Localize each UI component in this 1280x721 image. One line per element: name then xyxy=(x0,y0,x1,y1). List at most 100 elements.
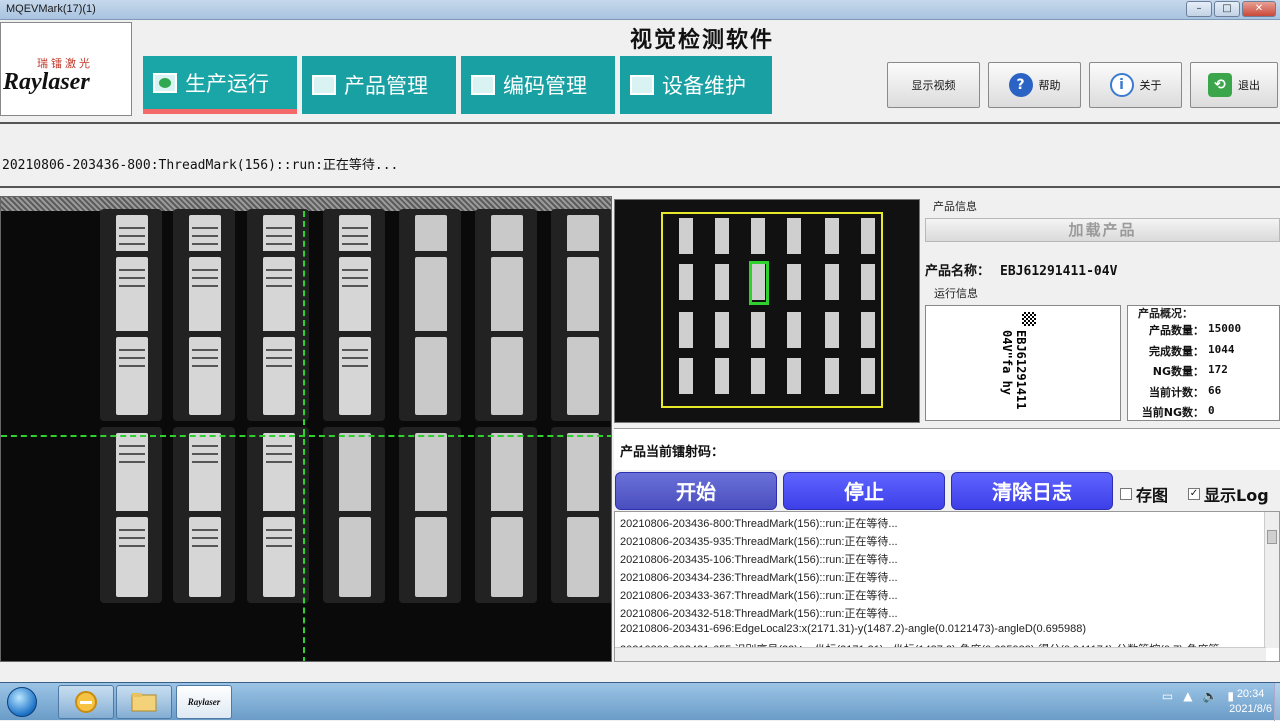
close-button[interactable]: ✕ xyxy=(1242,1,1276,17)
thumbnail-part xyxy=(787,312,801,348)
tab-device-maintenance[interactable]: 设备维护 xyxy=(620,56,772,114)
label-text-line xyxy=(266,365,292,367)
product-label xyxy=(263,257,295,335)
log-horizontal-scrollbar[interactable] xyxy=(615,647,1266,661)
scrollbar-thumb[interactable] xyxy=(1267,530,1277,544)
label-text-line xyxy=(266,445,292,447)
log-line: 20210806-203435-935:ThreadMark(156)::run… xyxy=(620,536,898,548)
label-text-line xyxy=(266,349,292,351)
label-text-line xyxy=(192,227,218,229)
checkbox-box xyxy=(1120,488,1132,500)
show-log-checkbox[interactable]: ✓ 显示Log xyxy=(1188,482,1269,506)
start-menu-button[interactable] xyxy=(0,684,44,720)
label-text-line xyxy=(192,243,218,245)
thumbnail-part xyxy=(861,358,875,394)
help-icon: ? xyxy=(1008,73,1033,97)
show-desktop-button[interactable] xyxy=(1274,683,1280,721)
inspection-thumbnail[interactable] xyxy=(614,199,920,423)
label-text-line xyxy=(266,529,292,531)
label-text-line xyxy=(342,357,368,359)
label-text-line xyxy=(192,445,218,447)
tab-code-management[interactable]: 编码管理 xyxy=(461,56,615,114)
ie-icon xyxy=(75,691,97,713)
app-title: 视觉检测软件 xyxy=(630,28,775,53)
label-text-line xyxy=(266,269,292,271)
log-line: 20210806-203432-518:ThreadMark(156)::run… xyxy=(620,608,898,620)
explorer-icon xyxy=(131,693,157,712)
label-preview-text-2: 04V"fa hy xyxy=(1000,330,1014,396)
label-text-line xyxy=(119,349,145,351)
taskbar-explorer[interactable] xyxy=(116,685,172,719)
thumbnail-part xyxy=(861,218,875,254)
stat-value: 1044 xyxy=(1208,343,1235,356)
volume-icon[interactable]: 🔈 xyxy=(1202,689,1217,703)
window-titlebar: MQEVMark(17)(1) – □ ✕ xyxy=(0,0,1280,20)
product-label xyxy=(339,433,371,513)
product-info-label: 产品信息 xyxy=(933,200,977,213)
status-message: 20210806-203436-800:ThreadMark(156)::run… xyxy=(2,158,399,173)
restore-button[interactable]: □ xyxy=(1214,1,1240,17)
tab-product-management[interactable]: 产品管理 xyxy=(302,56,456,114)
thumbnail-part xyxy=(679,218,693,254)
label-text-line xyxy=(119,445,145,447)
current-laser-code-label: 产品当前镭射码： xyxy=(614,428,1280,470)
thumbnail-part xyxy=(787,358,801,394)
thumbnail-part xyxy=(787,264,801,300)
clock[interactable]: 20:34 2021/8/6 xyxy=(1229,687,1272,717)
checkmark-icon: ✓ xyxy=(1188,488,1200,500)
show-hidden-icons[interactable]: ▲ xyxy=(1183,689,1192,703)
stat-row: 产品数量： 15000 xyxy=(1130,322,1280,338)
product-label xyxy=(116,517,148,597)
label-text-line xyxy=(342,365,368,367)
label-text-line xyxy=(192,277,218,279)
tab-production-run[interactable]: 生产运行 xyxy=(143,56,297,114)
product-icon xyxy=(312,75,336,95)
label-text-line xyxy=(192,365,218,367)
stat-key: 当前NG数： xyxy=(1141,406,1204,419)
clear-log-button[interactable]: 清除日志 xyxy=(951,472,1113,510)
exit-button[interactable]: ⟲ 退出 xyxy=(1190,62,1278,108)
label-text-line xyxy=(119,235,145,237)
product-name: 产品名称： EBJ61291411-04V xyxy=(925,260,1117,279)
thumbnail-part xyxy=(861,312,875,348)
log-list[interactable]: 20210806-203436-800:ThreadMark(156)::run… xyxy=(614,511,1280,662)
product-label xyxy=(189,517,221,597)
minimize-button[interactable]: – xyxy=(1186,1,1212,17)
tab-label: 生产运行 xyxy=(185,71,269,96)
product-label xyxy=(339,337,371,415)
tab-label: 设备维护 xyxy=(662,74,746,98)
label-text-line xyxy=(266,357,292,359)
label-text-line xyxy=(119,227,145,229)
stat-key: 完成数量： xyxy=(1149,345,1204,358)
stop-button[interactable]: 停止 xyxy=(783,472,945,510)
label-text-line xyxy=(119,529,145,531)
product-label xyxy=(415,337,447,415)
save-image-checkbox[interactable]: 存图 xyxy=(1120,482,1168,506)
product-label xyxy=(491,517,523,597)
log-vertical-scrollbar[interactable] xyxy=(1264,512,1279,648)
label-text-line xyxy=(119,277,145,279)
load-product-button[interactable]: 加载产品 xyxy=(925,218,1280,242)
keyboard-icon[interactable]: ▭ xyxy=(1162,689,1173,703)
stat-row: NG数量： 172 xyxy=(1130,363,1280,379)
show-video-button[interactable]: 显示视频 xyxy=(887,62,980,108)
label-text-line xyxy=(266,537,292,539)
product-label xyxy=(116,433,148,513)
label-text-line xyxy=(342,243,368,245)
taskbar-ie[interactable] xyxy=(58,685,114,719)
thumbnail-part xyxy=(825,312,839,348)
help-button[interactable]: ? 帮助 xyxy=(988,62,1081,108)
datamatrix-icon xyxy=(1022,312,1036,326)
window-controls: – □ ✕ xyxy=(1186,1,1276,17)
product-stats: 产品概况： 产品数量： 15000 完成数量： 1044 NG数量： 172 当前计数… xyxy=(1127,305,1280,421)
camera-view[interactable] xyxy=(0,196,612,662)
label-text-line xyxy=(266,545,292,547)
label-text-line xyxy=(266,453,292,455)
app-header: 瑞镭激光 Raylaser 视觉检测软件 生产运行 产品管理 编码管理 设备维护… xyxy=(0,20,1280,124)
raylaser-app-icon: Raylaser xyxy=(187,697,221,707)
product-info-panel: 产品信息 加载产品 产品名称： EBJ61291411-04V 运行信息 EBJ6… xyxy=(921,196,1280,426)
start-button[interactable]: 开始 xyxy=(615,472,777,510)
taskbar-raylaser-app[interactable]: Raylaser xyxy=(176,685,232,719)
about-button[interactable]: i 关于 xyxy=(1089,62,1182,108)
thumbnail-part xyxy=(751,312,765,348)
